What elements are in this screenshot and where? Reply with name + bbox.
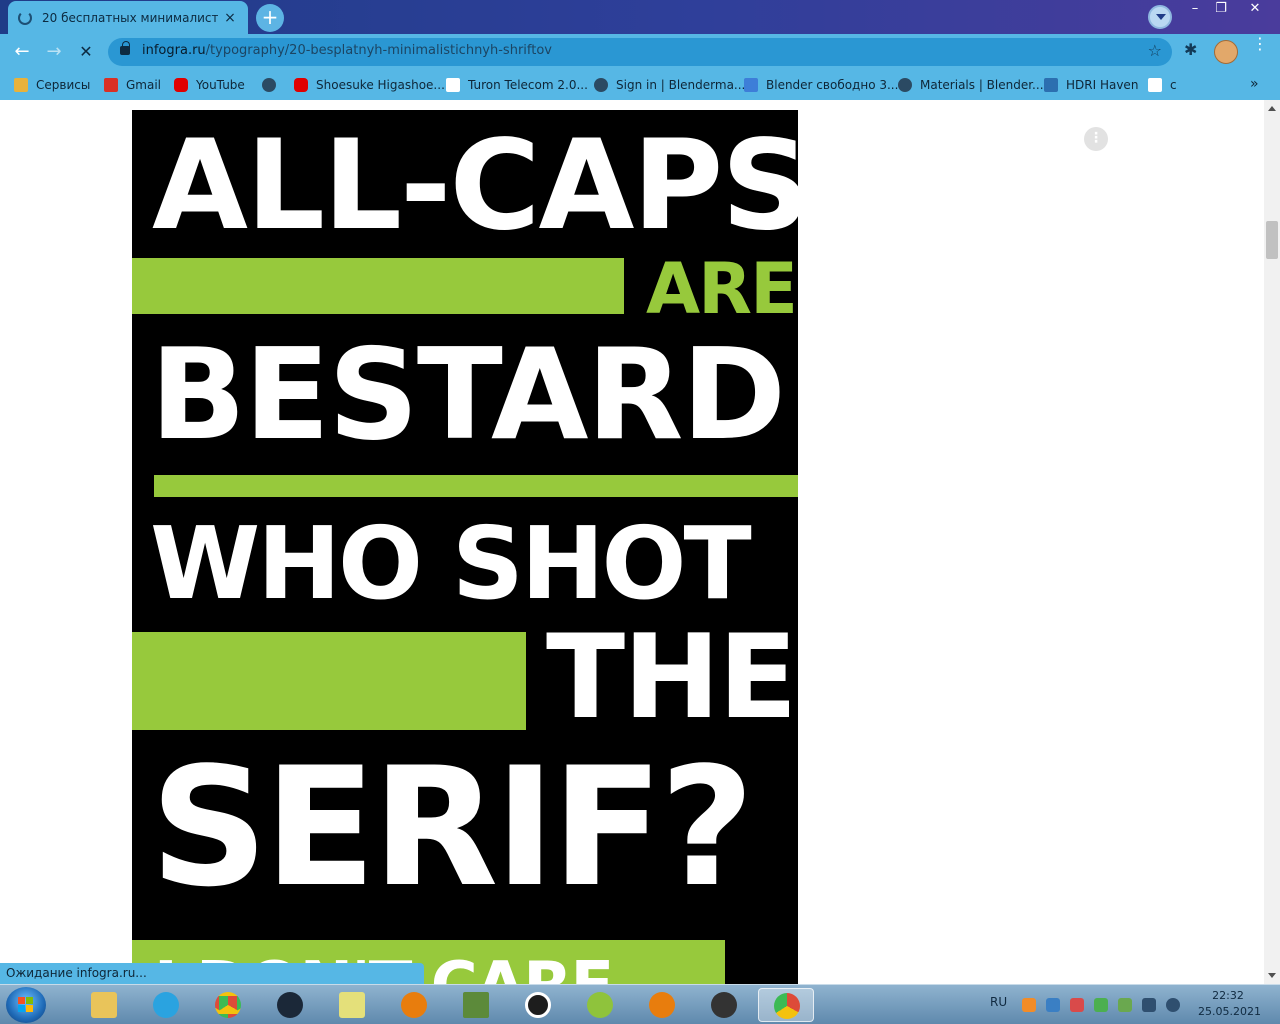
taskbar-telegram[interactable] (138, 988, 194, 1022)
taskbar-chrome-active[interactable] (758, 988, 814, 1022)
tray-app-icon[interactable] (1070, 998, 1084, 1012)
volume-icon[interactable] (1166, 998, 1180, 1012)
taskbar-blender[interactable] (386, 988, 442, 1022)
page-scrollbar[interactable] (1264, 100, 1280, 984)
blender-market-icon (898, 78, 912, 92)
clock-time: 22:32 (1212, 989, 1244, 1002)
browser-menu-icon[interactable]: ⋮ (1252, 36, 1268, 52)
windows-flag-icon (18, 997, 34, 1013)
blender-icon (401, 992, 427, 1018)
taskbar-lime[interactable] (572, 988, 628, 1022)
taskbar-vivaldi[interactable] (696, 988, 752, 1022)
tray-app-icon[interactable] (1022, 998, 1036, 1012)
youtube-icon (174, 78, 188, 92)
typography-poster-image: ALL-CAPS ARE BESTARD WHO SHOT THE SERIF?… (132, 110, 798, 984)
bookmark-item[interactable]: Shoesuke Higashoe... (294, 76, 445, 94)
new-tab-button[interactable]: + (256, 4, 284, 32)
taskbar-steam[interactable] (262, 988, 318, 1022)
taskbar-chrome[interactable] (200, 988, 256, 1022)
poster-line-the: THE (546, 610, 797, 745)
vivaldi-icon (711, 992, 737, 1018)
torrent-icon[interactable] (1094, 998, 1108, 1012)
chrome-icon (215, 992, 241, 1018)
folder-icon (91, 992, 117, 1018)
bookmark-item[interactable]: Turon Telecom 2.0... (446, 76, 588, 94)
poster-green-bar (132, 258, 624, 314)
poster-line-who-shot: WHO SHOT (150, 505, 752, 622)
taskbar-minecraft[interactable] (448, 988, 504, 1022)
tab-search-button[interactable] (1148, 5, 1172, 29)
poster-line-all-caps: ALL-CAPS (152, 114, 798, 258)
poster-line-are: ARE (646, 248, 798, 330)
chrome-icon (774, 993, 800, 1019)
browser-tab-active[interactable]: 20 бесплатных минималистичн × (8, 1, 248, 34)
steam-icon (277, 992, 303, 1018)
scroll-down-icon[interactable] (1268, 973, 1276, 978)
minecraft-icon (463, 992, 489, 1018)
bookmark-item[interactable]: YouTube (174, 76, 245, 94)
bookmark-item[interactable]: Gmail (104, 76, 161, 94)
network-icon[interactable] (1142, 998, 1156, 1012)
bookmarks-overflow-icon[interactable]: » (1250, 76, 1259, 92)
stop-loading-button[interactable]: ✕ (74, 40, 98, 64)
system-clock[interactable]: 22:32 25.05.2021 (1198, 988, 1261, 1020)
taskbar-file-explorer[interactable] (76, 988, 132, 1022)
3d-icon (744, 78, 758, 92)
bookmark-item[interactable]: Materials | Blender... (898, 76, 1044, 94)
poster-line-serif: SERIF? (150, 732, 755, 923)
tray-app-icon[interactable] (1046, 998, 1060, 1012)
image-more-options-icon[interactable]: ⋮ (1084, 127, 1108, 151)
taskbar-blender-2[interactable] (634, 988, 690, 1022)
forward-button[interactable]: → (42, 40, 66, 64)
lock-icon (120, 41, 130, 55)
bookmark-item[interactable] (262, 76, 284, 94)
bookmark-item[interactable]: Blender свободно 3... (744, 76, 898, 94)
taskbar-picsart[interactable] (510, 988, 566, 1022)
telegram-icon (153, 992, 179, 1018)
poster-line-bestard: BESTARD (150, 321, 786, 468)
bookmarks-bar: Сервисы Gmail YouTube Shoesuke Higashoe.… (0, 70, 1280, 100)
bookmark-item[interactable]: Сервисы (14, 76, 90, 94)
web-page: ALL-CAPS ARE BESTARD WHO SHOT THE SERIF?… (0, 100, 1264, 984)
picsart-icon (525, 992, 551, 1018)
url-text[interactable]: infogra.ru/typography/20-besplatnyh-mini… (142, 43, 552, 58)
browser-toolbar: ← → ✕ infogra.ru/typography/20-besplatny… (0, 34, 1280, 70)
close-window-button[interactable]: ✕ (1240, 0, 1270, 20)
blender-market-icon (594, 78, 608, 92)
taskbar-sticky-notes[interactable] (324, 988, 380, 1022)
language-indicator[interactable]: RU (990, 995, 1007, 1009)
windows-taskbar: RU 22:32 25.05.2021 (0, 984, 1280, 1024)
blender-icon (649, 992, 675, 1018)
sticky-notes-icon (339, 992, 365, 1018)
security-shield-icon[interactable] (1118, 998, 1132, 1012)
bookmark-star-icon[interactable]: ☆ (1148, 41, 1162, 60)
tab-title: 20 бесплатных минималистичн (42, 10, 218, 25)
gmail-icon (104, 78, 118, 92)
poster-green-bar (132, 632, 526, 730)
bookmark-item[interactable]: c (1148, 76, 1177, 94)
lime-icon (587, 992, 613, 1018)
youtube-icon (294, 78, 308, 92)
bookmark-item[interactable]: HDRI Haven (1044, 76, 1138, 94)
title-bar: 20 бесплатных минималистичн × + – ❐ ✕ (0, 0, 1280, 34)
restore-button[interactable]: ❐ (1206, 0, 1236, 20)
extensions-puzzle-icon[interactable]: ✱ (1184, 40, 1197, 59)
loading-spinner-icon (18, 10, 32, 25)
clock-date: 25.05.2021 (1198, 1005, 1261, 1018)
status-bar: Ожидание infogra.ru... (0, 963, 424, 984)
turon-icon (446, 78, 460, 92)
poster-green-bar (154, 475, 798, 497)
hdri-haven-icon (1044, 78, 1058, 92)
scroll-up-icon[interactable] (1268, 106, 1276, 111)
bookmark-item[interactable]: Sign in | Blenderma... (594, 76, 745, 94)
scrollbar-thumb[interactable] (1266, 221, 1278, 259)
apps-grid-icon (14, 78, 28, 92)
globe-icon (262, 78, 276, 92)
back-button[interactable]: ← (10, 40, 34, 64)
address-bar[interactable]: infogra.ru/typography/20-besplatnyh-mini… (108, 38, 1172, 66)
profile-avatar[interactable] (1214, 40, 1238, 64)
wikipedia-icon (1148, 78, 1162, 92)
tab-close-icon[interactable]: × (222, 10, 238, 26)
start-button[interactable] (6, 987, 46, 1023)
